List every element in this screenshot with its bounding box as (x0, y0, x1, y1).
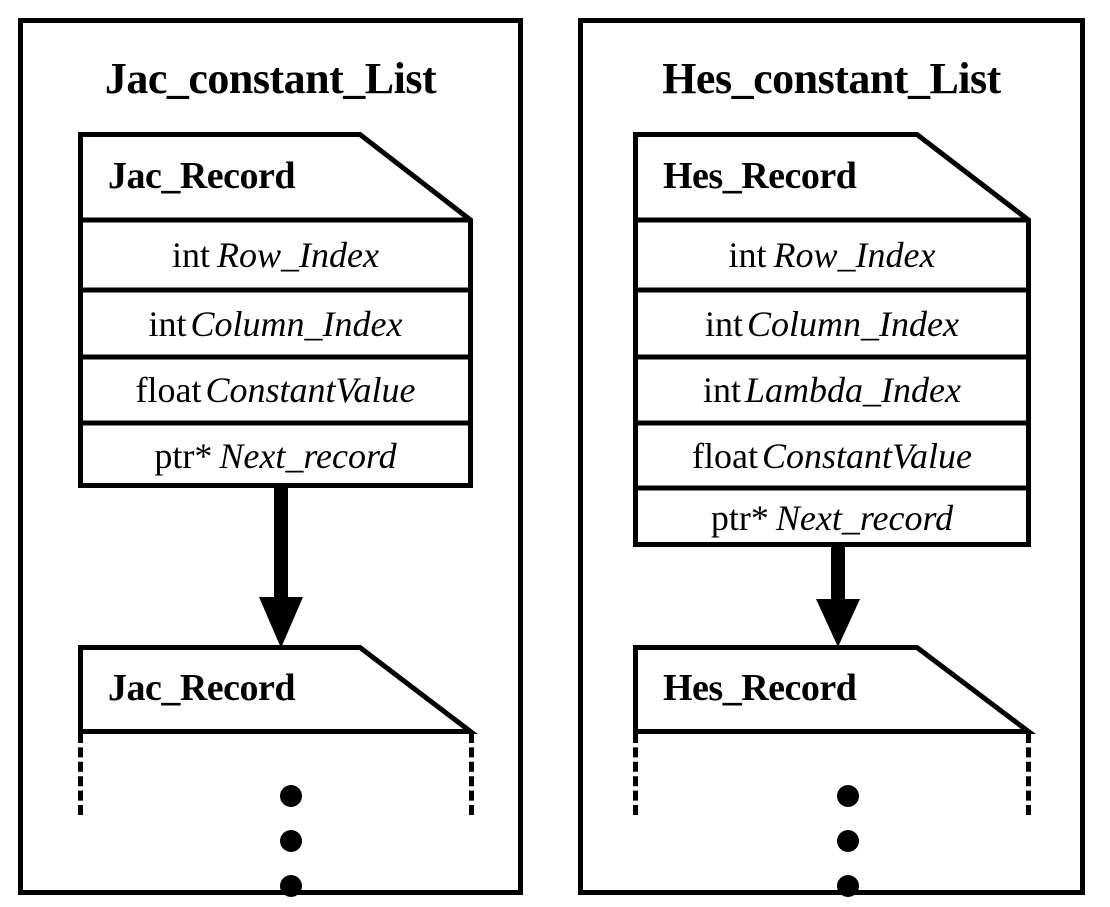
ellipsis-dot (280, 875, 302, 897)
record-name-jac: Jac_Record (108, 155, 296, 197)
continuation-dash-left-hes (633, 733, 638, 815)
field-name: Next_record (775, 497, 954, 538)
record-field-row-index: int Row_Index (633, 220, 1031, 290)
record-field-lambda-index: int Lambda_Index (633, 357, 1031, 423)
record-field-next-record: ptr* Next_record (633, 488, 1031, 547)
field-type: int (728, 235, 767, 275)
record-field-next-record: ptr* Next_record (78, 423, 473, 488)
field-type: int (703, 370, 742, 410)
continuation-dash-right-hes (1026, 733, 1031, 815)
panel-jac-constant-list: Jac_constant_List Jac_Record int Row_Ind… (18, 18, 523, 897)
record-field-column-index: int Column_Index (78, 290, 473, 357)
field-name: Column_Index (747, 303, 959, 344)
field-name: Column_Index (190, 303, 403, 344)
record-card-jac-next: Jac_Record (78, 645, 478, 734)
diagram-canvas: Jac_constant_List Jac_Record int Row_Ind… (0, 0, 1110, 907)
next-pointer-arrow-jac (259, 485, 303, 648)
field-type: float (692, 435, 758, 476)
continuation-dash-left-jac (78, 733, 83, 815)
field-name: Lambda_Index (745, 370, 961, 410)
record-field-constant-value: float ConstantValue (633, 423, 1031, 488)
ellipsis-dot (837, 875, 859, 897)
field-name: Next_record (219, 435, 397, 476)
field-name: Row_Index (217, 235, 379, 275)
continuation-dots-hes (828, 785, 868, 897)
panel-title-jac: Jac_constant_List (104, 54, 437, 103)
record-card-hes-primary: Hes_Record int Row_Index int Column_Inde… (633, 132, 1031, 547)
record-card-jac-primary: Jac_Record int Row_Index int Column_Inde… (78, 132, 473, 488)
record-field-column-index: int Column_Index (633, 290, 1031, 357)
ellipsis-dot (837, 830, 859, 852)
field-type: int (705, 303, 744, 344)
field-type: ptr* (154, 435, 213, 476)
record-name-hes-next: Hes_Record (663, 667, 857, 709)
record-field-row-index: int Row_Index (78, 220, 473, 290)
ellipsis-dot (837, 785, 859, 807)
ellipsis-dot (280, 785, 302, 807)
record-field-constant-value: float ConstantValue (78, 357, 473, 423)
field-type: float (135, 370, 202, 410)
panel-title-hes: Hes_constant_List (662, 54, 1001, 103)
ellipsis-dot (280, 830, 302, 852)
record-name-hes: Hes_Record (663, 155, 857, 197)
continuation-dash-right-jac (469, 733, 474, 815)
field-type: int (172, 235, 211, 275)
field-name: ConstantValue (205, 370, 416, 410)
panel-hes-constant-list: Hes_constant_List Hes_Record int Row_Ind… (578, 18, 1085, 897)
field-name: ConstantValue (761, 435, 972, 476)
field-name: Row_Index (773, 235, 936, 275)
field-type: int (148, 303, 187, 344)
continuation-dots-jac (271, 785, 311, 897)
field-type: ptr* (710, 497, 769, 538)
record-card-hes-next: Hes_Record (633, 645, 1036, 734)
record-name-jac-next: Jac_Record (108, 667, 296, 709)
next-pointer-arrow-hes (816, 544, 860, 647)
